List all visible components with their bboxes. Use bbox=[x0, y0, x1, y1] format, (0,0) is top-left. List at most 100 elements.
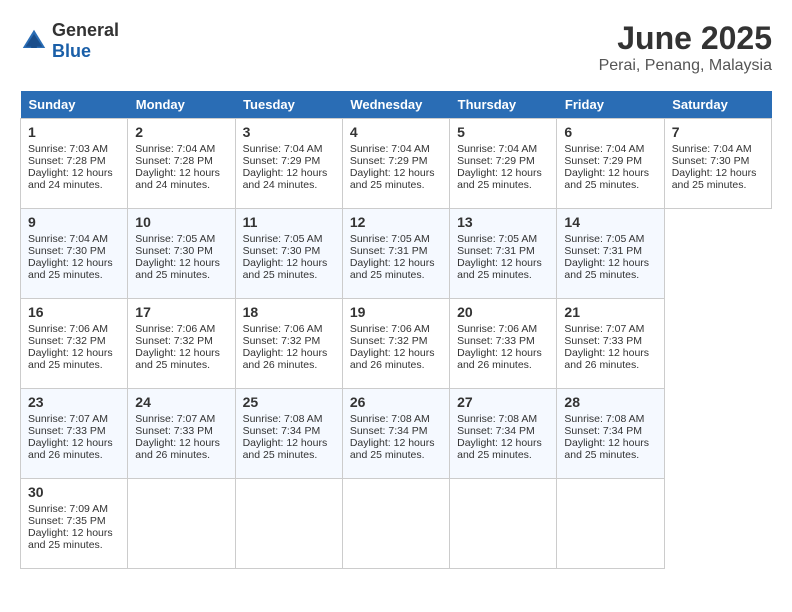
sunset-text: Sunset: 7:30 PM bbox=[243, 245, 335, 257]
logo-icon bbox=[20, 27, 48, 55]
daylight-text: Daylight: 12 hours and 24 minutes. bbox=[243, 167, 335, 191]
location: Perai, Penang, Malaysia bbox=[599, 57, 772, 75]
sunset-text: Sunset: 7:30 PM bbox=[28, 245, 120, 257]
sunset-text: Sunset: 7:33 PM bbox=[28, 425, 120, 437]
daylight-text: Daylight: 12 hours and 25 minutes. bbox=[564, 167, 656, 191]
sunset-text: Sunset: 7:32 PM bbox=[243, 335, 335, 347]
title-area: June 2025 Perai, Penang, Malaysia bbox=[599, 20, 772, 75]
day-number: 19 bbox=[350, 304, 442, 320]
daylight-text: Daylight: 12 hours and 25 minutes. bbox=[564, 257, 656, 281]
day-number: 27 bbox=[457, 394, 549, 410]
calendar-header-row: SundayMondayTuesdayWednesdayThursdayFrid… bbox=[21, 91, 772, 119]
calendar-week-row: 9 Sunrise: 7:04 AM Sunset: 7:30 PM Dayli… bbox=[21, 209, 772, 299]
day-number: 4 bbox=[350, 124, 442, 140]
calendar-week-row: 16 Sunrise: 7:06 AM Sunset: 7:32 PM Dayl… bbox=[21, 299, 772, 389]
day-number: 20 bbox=[457, 304, 549, 320]
day-number: 24 bbox=[135, 394, 227, 410]
calendar-cell: 28 Sunrise: 7:08 AM Sunset: 7:34 PM Dayl… bbox=[557, 389, 664, 479]
calendar-cell: 12 Sunrise: 7:05 AM Sunset: 7:31 PM Dayl… bbox=[342, 209, 449, 299]
daylight-text: Daylight: 12 hours and 25 minutes. bbox=[243, 257, 335, 281]
calendar-cell: 17 Sunrise: 7:06 AM Sunset: 7:32 PM Dayl… bbox=[128, 299, 235, 389]
day-number: 11 bbox=[243, 214, 335, 230]
daylight-text: Daylight: 12 hours and 25 minutes. bbox=[672, 167, 764, 191]
sunset-text: Sunset: 7:33 PM bbox=[457, 335, 549, 347]
calendar-week-row: 30 Sunrise: 7:09 AM Sunset: 7:35 PM Dayl… bbox=[21, 479, 772, 569]
sunrise-text: Sunrise: 7:09 AM bbox=[28, 503, 120, 515]
sunset-text: Sunset: 7:33 PM bbox=[564, 335, 656, 347]
calendar-cell: 23 Sunrise: 7:07 AM Sunset: 7:33 PM Dayl… bbox=[21, 389, 128, 479]
sunset-text: Sunset: 7:34 PM bbox=[564, 425, 656, 437]
column-header-wednesday: Wednesday bbox=[342, 91, 449, 119]
sunrise-text: Sunrise: 7:07 AM bbox=[28, 413, 120, 425]
sunrise-text: Sunrise: 7:07 AM bbox=[135, 413, 227, 425]
daylight-text: Daylight: 12 hours and 25 minutes. bbox=[135, 257, 227, 281]
sunrise-text: Sunrise: 7:06 AM bbox=[350, 323, 442, 335]
calendar-week-row: 1 Sunrise: 7:03 AM Sunset: 7:28 PM Dayli… bbox=[21, 119, 772, 209]
sunset-text: Sunset: 7:34 PM bbox=[457, 425, 549, 437]
sunrise-text: Sunrise: 7:06 AM bbox=[135, 323, 227, 335]
sunset-text: Sunset: 7:29 PM bbox=[564, 155, 656, 167]
sunset-text: Sunset: 7:32 PM bbox=[28, 335, 120, 347]
calendar-cell: 18 Sunrise: 7:06 AM Sunset: 7:32 PM Dayl… bbox=[235, 299, 342, 389]
daylight-text: Daylight: 12 hours and 25 minutes. bbox=[243, 437, 335, 461]
calendar-cell: 11 Sunrise: 7:05 AM Sunset: 7:30 PM Dayl… bbox=[235, 209, 342, 299]
sunset-text: Sunset: 7:28 PM bbox=[135, 155, 227, 167]
calendar-cell: 25 Sunrise: 7:08 AM Sunset: 7:34 PM Dayl… bbox=[235, 389, 342, 479]
calendar-cell bbox=[557, 479, 664, 569]
calendar-cell: 3 Sunrise: 7:04 AM Sunset: 7:29 PM Dayli… bbox=[235, 119, 342, 209]
daylight-text: Daylight: 12 hours and 26 minutes. bbox=[350, 347, 442, 371]
daylight-text: Daylight: 12 hours and 25 minutes. bbox=[457, 167, 549, 191]
daylight-text: Daylight: 12 hours and 24 minutes. bbox=[135, 167, 227, 191]
sunrise-text: Sunrise: 7:06 AM bbox=[28, 323, 120, 335]
sunrise-text: Sunrise: 7:08 AM bbox=[457, 413, 549, 425]
sunset-text: Sunset: 7:29 PM bbox=[350, 155, 442, 167]
column-header-tuesday: Tuesday bbox=[235, 91, 342, 119]
sunset-text: Sunset: 7:29 PM bbox=[457, 155, 549, 167]
logo-text-general: General bbox=[52, 20, 119, 40]
daylight-text: Daylight: 12 hours and 25 minutes. bbox=[28, 527, 120, 551]
calendar-cell: 5 Sunrise: 7:04 AM Sunset: 7:29 PM Dayli… bbox=[450, 119, 557, 209]
sunrise-text: Sunrise: 7:05 AM bbox=[135, 233, 227, 245]
column-header-friday: Friday bbox=[557, 91, 664, 119]
calendar-cell: 1 Sunrise: 7:03 AM Sunset: 7:28 PM Dayli… bbox=[21, 119, 128, 209]
daylight-text: Daylight: 12 hours and 25 minutes. bbox=[457, 437, 549, 461]
calendar-cell: 4 Sunrise: 7:04 AM Sunset: 7:29 PM Dayli… bbox=[342, 119, 449, 209]
sunrise-text: Sunrise: 7:08 AM bbox=[350, 413, 442, 425]
calendar-cell: 20 Sunrise: 7:06 AM Sunset: 7:33 PM Dayl… bbox=[450, 299, 557, 389]
day-number: 17 bbox=[135, 304, 227, 320]
sunrise-text: Sunrise: 7:08 AM bbox=[243, 413, 335, 425]
daylight-text: Daylight: 12 hours and 25 minutes. bbox=[457, 257, 549, 281]
calendar-cell: 16 Sunrise: 7:06 AM Sunset: 7:32 PM Dayl… bbox=[21, 299, 128, 389]
day-number: 16 bbox=[28, 304, 120, 320]
daylight-text: Daylight: 12 hours and 26 minutes. bbox=[564, 347, 656, 371]
day-number: 25 bbox=[243, 394, 335, 410]
column-header-monday: Monday bbox=[128, 91, 235, 119]
calendar-body: 1 Sunrise: 7:03 AM Sunset: 7:28 PM Dayli… bbox=[21, 119, 772, 569]
sunrise-text: Sunrise: 7:04 AM bbox=[28, 233, 120, 245]
sunset-text: Sunset: 7:35 PM bbox=[28, 515, 120, 527]
daylight-text: Daylight: 12 hours and 26 minutes. bbox=[457, 347, 549, 371]
sunset-text: Sunset: 7:30 PM bbox=[672, 155, 764, 167]
day-number: 18 bbox=[243, 304, 335, 320]
calendar-cell: 24 Sunrise: 7:07 AM Sunset: 7:33 PM Dayl… bbox=[128, 389, 235, 479]
sunrise-text: Sunrise: 7:05 AM bbox=[350, 233, 442, 245]
sunrise-text: Sunrise: 7:04 AM bbox=[243, 143, 335, 155]
calendar-cell: 30 Sunrise: 7:09 AM Sunset: 7:35 PM Dayl… bbox=[21, 479, 128, 569]
day-number: 7 bbox=[672, 124, 764, 140]
calendar-cell: 13 Sunrise: 7:05 AM Sunset: 7:31 PM Dayl… bbox=[450, 209, 557, 299]
day-number: 5 bbox=[457, 124, 549, 140]
day-number: 30 bbox=[28, 484, 120, 500]
day-number: 26 bbox=[350, 394, 442, 410]
sunset-text: Sunset: 7:29 PM bbox=[243, 155, 335, 167]
calendar-cell bbox=[450, 479, 557, 569]
day-number: 6 bbox=[564, 124, 656, 140]
logo-text-blue: Blue bbox=[52, 41, 91, 61]
calendar-cell: 27 Sunrise: 7:08 AM Sunset: 7:34 PM Dayl… bbox=[450, 389, 557, 479]
sunset-text: Sunset: 7:32 PM bbox=[135, 335, 227, 347]
day-number: 3 bbox=[243, 124, 335, 140]
calendar-cell: 2 Sunrise: 7:04 AM Sunset: 7:28 PM Dayli… bbox=[128, 119, 235, 209]
calendar-cell bbox=[342, 479, 449, 569]
day-number: 13 bbox=[457, 214, 549, 230]
sunrise-text: Sunrise: 7:03 AM bbox=[28, 143, 120, 155]
day-number: 28 bbox=[564, 394, 656, 410]
